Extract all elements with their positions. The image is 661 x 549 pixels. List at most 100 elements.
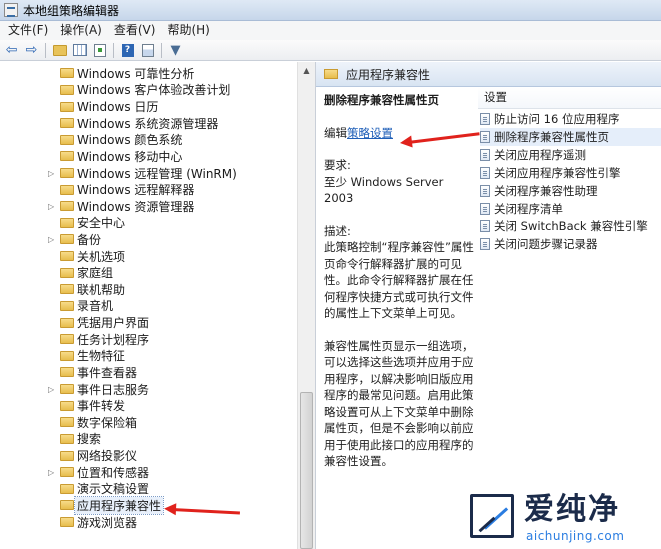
expand-arrow-icon[interactable]: ▷ [48,202,56,211]
edit-prefix: 编辑 [324,125,347,140]
tree-item[interactable]: Windows 颜色系统 [0,131,297,148]
setting-row[interactable]: 关闭应用程序兼容性引擎 [480,164,661,182]
folder-icon [60,251,74,262]
tree-item[interactable]: ▷ 位置和传感器 [0,464,297,481]
expand-arrow-icon[interactable]: ▷ [48,169,56,178]
forward-arrow-icon: ⇨ [25,42,38,58]
tree-item-label: Windows 系统资源管理器 [77,116,219,131]
tree-item[interactable]: ▷ 事件日志服务 [0,381,297,398]
properties-view-icon [141,43,154,57]
requirement-value: 至少 Windows Server 2003 [324,174,444,206]
tree-item-label: Windows 移动中心 [77,149,183,164]
tree-item[interactable]: 任务计划程序 [0,331,297,348]
setting-row[interactable]: 删除程序兼容性属性页 [480,127,661,146]
details-header-title: 应用程序兼容性 [346,67,431,82]
tree-item[interactable]: 生物特征 [0,348,297,365]
policy-setting-icon [480,202,490,215]
policy-setting-icon [480,184,490,197]
setting-row[interactable]: 防止访问 16 位应用程序 [480,110,661,128]
setting-label: 关闭应用程序兼容性引擎 [494,165,621,180]
tree-item[interactable]: 应用程序兼容性 [0,495,297,515]
setting-row[interactable]: 关闭程序兼容性助理 [480,182,661,200]
folder-icon [60,284,74,295]
tree-item[interactable]: ▷ Windows 资源管理器 [0,198,297,215]
tree-item[interactable]: 联机帮助 [0,281,297,298]
expand-arrow-icon[interactable]: ▷ [48,468,56,477]
menu-file[interactable]: 文件(F) [2,21,54,40]
tree-item[interactable]: 事件查看器 [0,364,297,381]
filter-button[interactable]: ▼ [167,42,184,58]
menu-help[interactable]: 帮助(H) [161,21,215,40]
tree-item[interactable]: 安全中心 [0,215,297,232]
export-list-icon [93,43,106,57]
tree-scrollbar[interactable]: ▲ [297,62,315,549]
properties-view-button[interactable] [139,42,156,58]
setting-row[interactable]: 关闭问题步骤记录器 [480,235,661,253]
folder-icon [60,367,74,378]
back-button[interactable]: ⇦ [3,42,20,58]
setting-row[interactable]: 关闭应用程序遥测 [480,146,661,164]
tree-item[interactable]: 家庭组 [0,264,297,281]
show-hide-tree-button[interactable] [71,42,88,58]
tree-item[interactable]: 网络投影仪 [0,447,297,464]
tree-item[interactable]: 关机选项 [0,248,297,265]
setting-label: 关闭程序清单 [494,201,563,216]
setting-row[interactable]: 关闭 SwitchBack 兼容性引擎 [480,217,661,235]
menu-action[interactable]: 操作(A) [54,21,108,40]
tree-item[interactable]: Windows 可靠性分析 [0,65,297,82]
title-bar: 本地组策略编辑器 [0,0,661,21]
tree-item[interactable]: 演示文稿设置 [0,481,297,498]
details-header: 应用程序兼容性 [316,62,661,87]
folder-icon [60,184,74,195]
policy-setting-icon [480,238,490,251]
policy-setting-icon [480,220,490,233]
tree-item[interactable]: ▷ Windows 远程管理 (WinRM) [0,165,297,182]
tree-item[interactable]: Windows 系统资源管理器 [0,115,297,132]
menu-view[interactable]: 查看(V) [108,21,162,40]
policy-title: 删除程序兼容性属性页 [324,93,439,107]
tree-item-label: 位置和传感器 [77,465,150,480]
tree-item-label: 搜索 [77,432,102,447]
tree-item[interactable]: Windows 客户体验改善计划 [0,82,297,99]
tree-item[interactable]: ▷ 备份 [0,231,297,248]
tree-item-label: 事件转发 [77,399,126,414]
details-pane: 应用程序兼容性 删除程序兼容性属性页 编辑策略设置 要求: 至少 Windows… [315,62,661,549]
up-one-level-button[interactable] [51,42,68,58]
back-arrow-icon: ⇦ [5,42,18,58]
forward-button[interactable]: ⇨ [23,42,40,58]
tree-item-label: 备份 [77,232,102,247]
tree-item-label: Windows 可靠性分析 [77,66,195,81]
tree-item[interactable]: Windows 移动中心 [0,148,297,165]
tree-item[interactable]: 事件转发 [0,397,297,414]
policy-setting-icon [480,148,490,161]
setting-label: 关闭程序兼容性助理 [494,183,598,198]
export-list-button[interactable] [91,42,108,58]
tree-item[interactable]: 凭据用户界面 [0,314,297,331]
tree-item[interactable]: 录音机 [0,298,297,315]
policy-setting-icon [480,166,490,179]
folder-icon [60,84,74,95]
setting-row[interactable]: 关闭程序清单 [480,200,661,218]
policy-editor-app-icon [4,3,18,17]
scrollbar-thumb[interactable] [300,392,313,549]
filter-icon: ▼ [170,42,181,58]
settings-column-header[interactable]: 设置 [478,87,661,109]
show-hide-tree-icon [72,44,87,56]
help-button[interactable]: ? [119,42,136,58]
scroll-up-arrow-icon[interactable]: ▲ [298,62,315,79]
tree-item[interactable]: 游戏浏览器 [0,514,297,531]
tree-item-label: Windows 远程管理 (WinRM) [77,166,237,181]
policy-setting-icon [480,130,490,143]
policy-tree: Windows 可靠性分析 Windows 客户体验改善计划 Windows 日历 W… [0,62,297,549]
tree-item[interactable]: 数字保险箱 [0,414,297,431]
tree-item[interactable]: 搜索 [0,431,297,448]
expand-arrow-icon[interactable]: ▷ [48,235,56,244]
folder-icon [60,317,74,328]
edit-policy-settings-link[interactable]: 策略设置 [347,126,393,140]
tree-item[interactable]: Windows 远程解释器 [0,181,297,198]
expand-arrow-icon[interactable]: ▷ [48,385,56,394]
folder-icon [60,400,74,411]
folder-up-icon [52,44,67,56]
tree-item[interactable]: Windows 日历 [0,98,297,115]
folder-icon [60,267,74,278]
